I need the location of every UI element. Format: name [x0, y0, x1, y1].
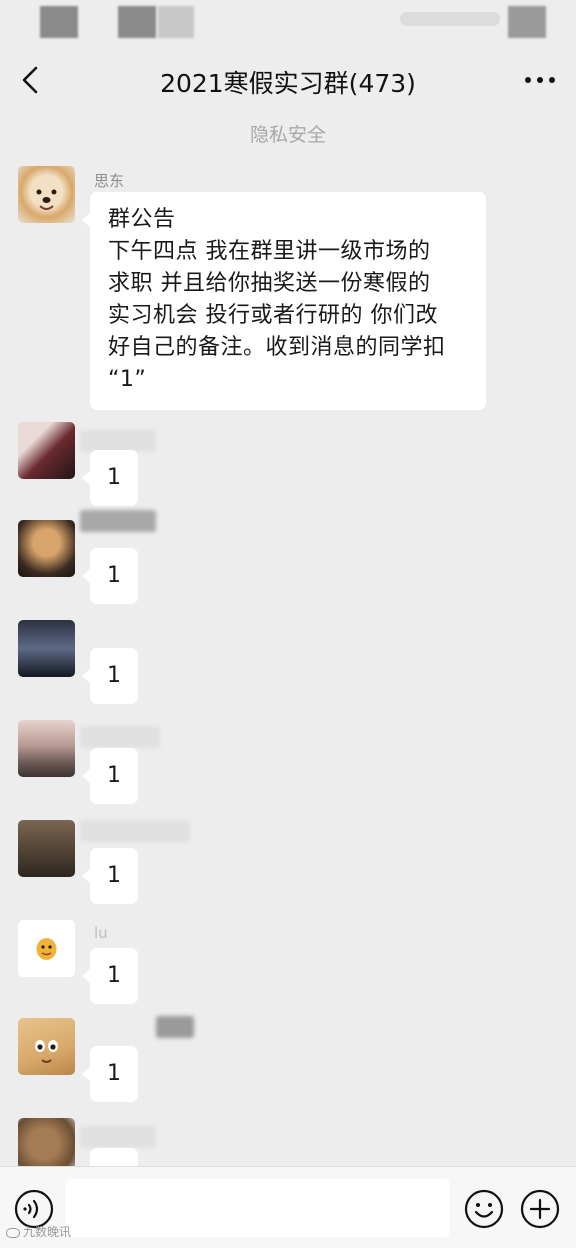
avatar[interactable]	[18, 1018, 75, 1075]
reply-bubble[interactable]: 1	[82, 848, 138, 904]
sender-name-obscured	[156, 1016, 194, 1038]
status-bar-obscured	[158, 6, 194, 38]
watermark-text: 九数晚讯	[23, 1225, 72, 1239]
reply-bubble[interactable]: 1	[82, 1046, 138, 1102]
watermark-icon	[6, 1227, 20, 1238]
sender-name-obscured	[80, 726, 160, 748]
sender-name-obscured	[80, 1126, 156, 1148]
mascot-avatar-image	[36, 938, 57, 960]
avatar[interactable]	[18, 422, 75, 479]
more-icon[interactable]	[520, 64, 560, 96]
emoji-icon[interactable]	[464, 1189, 504, 1229]
announcement-body: 下午四点 我在群里讲一级市场的 求职 并且给你抽奖送一份寒假的 实习机会 投行或…	[108, 239, 446, 392]
sender-name-obscured	[80, 430, 156, 452]
avatar[interactable]	[18, 166, 75, 223]
status-bar-obscured	[118, 6, 156, 38]
sender-name-obscured	[80, 820, 190, 842]
status-bar	[0, 0, 576, 44]
reply-bubble[interactable]: 1	[82, 748, 138, 804]
reply-bubble[interactable]: 1	[82, 948, 138, 1004]
plus-icon[interactable]	[520, 1189, 560, 1229]
avatar[interactable]	[18, 820, 75, 877]
input-bar: 九数晚讯	[0, 1166, 576, 1248]
reply-bubble[interactable]: 1	[82, 648, 138, 704]
sender-name: 思东	[94, 172, 125, 190]
status-bar-obscured	[40, 6, 78, 38]
avatar[interactable]	[18, 520, 75, 577]
reply-bubble[interactable]: 1	[82, 450, 138, 506]
dog-avatar-image	[36, 189, 57, 210]
sender-name: lu	[94, 924, 108, 942]
sender-name-obscured	[80, 510, 156, 532]
avatar[interactable]	[18, 620, 75, 677]
status-bar-obscured	[508, 6, 546, 38]
avatar[interactable]	[18, 720, 75, 777]
avatar[interactable]	[18, 920, 75, 977]
system-notice: 隐私安全	[249, 124, 326, 146]
reply-bubble[interactable]: 1	[82, 548, 138, 604]
system-notice-obscured	[0, 94, 576, 116]
message-input[interactable]	[66, 1179, 450, 1237]
status-bar-obscured	[400, 12, 500, 26]
announcement-bubble[interactable]: 群公告 下午四点 我在群里讲一级市场的 求职 并且给你抽奖送一份寒假的 实习机会…	[82, 192, 486, 410]
announcement-title: 群公告	[108, 207, 176, 232]
cartoon-avatar-image	[35, 1040, 58, 1063]
watermark: 九数晚讯	[6, 1223, 71, 1240]
